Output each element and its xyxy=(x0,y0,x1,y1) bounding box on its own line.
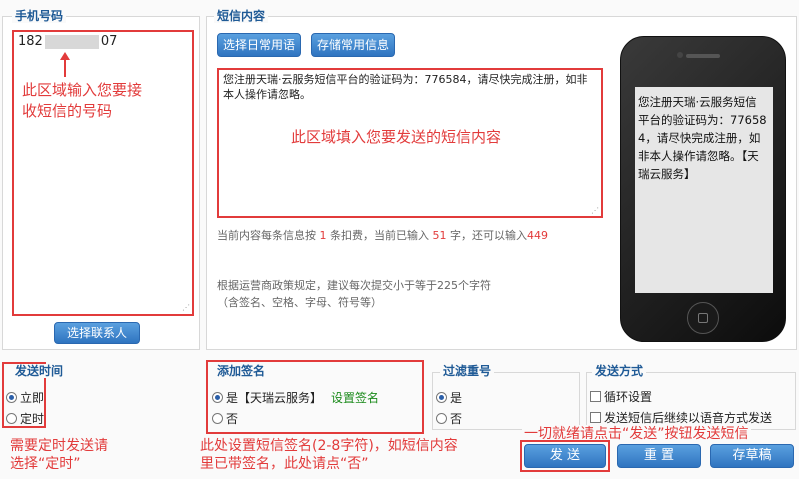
send-time-annotation: 需要定时发送请选择“定时” xyxy=(10,438,108,472)
phone-legend: 手机号码 xyxy=(12,9,67,23)
message-textarea[interactable]: 您注册天瑞·云服务短信平台的验证码为：776584，请尽快完成注册，如非本人操作… xyxy=(217,68,603,218)
dedupe-yes-label: 是 xyxy=(450,391,463,405)
loop-setting-option[interactable]: 循环设置 xyxy=(590,388,652,405)
phone-annotation: 此区域输入您要接收短信的号码 xyxy=(22,81,143,120)
policy-line-2: （含签名、空格、字母、符号等） xyxy=(217,296,382,309)
count-typed: 51 xyxy=(432,229,447,242)
char-count: 当前内容每条信息按 1 条扣费，当前已输入 51 字，还可以输入449 xyxy=(217,227,548,243)
send-now-label: 立即 xyxy=(20,391,45,405)
radio-icon[interactable] xyxy=(6,413,17,424)
radio-selected-icon[interactable] xyxy=(212,392,223,403)
phone-number-end: 07 xyxy=(100,34,118,49)
arrow-stem xyxy=(64,59,66,77)
set-signature-link[interactable]: 设置签名 xyxy=(331,389,379,406)
dedupe-no-option[interactable]: 否 xyxy=(436,410,462,427)
send-now-option[interactable]: 立即 xyxy=(6,389,44,406)
phone-camera xyxy=(677,52,683,58)
message-annotation: 此区域填入您要发送的短信内容 xyxy=(291,128,502,146)
signature-legend: 添加签名 xyxy=(214,364,269,378)
phone-screen: 您注册天瑞·云服务短信平台的验证码为：776584，请尽快完成注册，如非本人操作… xyxy=(635,87,773,293)
save-common-button[interactable]: 存储常用信息 xyxy=(311,33,395,57)
home-button xyxy=(687,302,719,334)
signature-no-option[interactable]: 否 xyxy=(212,410,238,427)
save-draft-button[interactable]: 存草稿 xyxy=(710,444,794,468)
send-button[interactable]: 发 送 xyxy=(524,444,606,468)
send-scheduled-option[interactable]: 定时 xyxy=(6,410,44,427)
radio-selected-icon[interactable] xyxy=(436,392,447,403)
count-remaining: 449 xyxy=(527,229,548,242)
phone-preview-device: 您注册天瑞·云服务短信平台的验证码为：776584，请尽快完成注册，如非本人操作… xyxy=(620,36,786,342)
checkbox-icon[interactable] xyxy=(590,412,601,423)
count-mid2: 字，还可以输入 xyxy=(450,229,527,242)
count-billing: 1 xyxy=(319,229,327,242)
send-scheduled-label: 定时 xyxy=(20,412,45,426)
phone-number-mask xyxy=(44,34,99,49)
dedupe-legend: 过滤重号 xyxy=(440,364,495,378)
dedupe-yes-option[interactable]: 是 xyxy=(436,389,462,406)
resize-grip-icon[interactable]: ⋰ xyxy=(591,206,599,215)
radio-icon[interactable] xyxy=(436,413,447,424)
signature-yes-label: 是【天瑞云服务】 xyxy=(226,391,323,405)
resize-grip-icon[interactable]: ⋰ xyxy=(182,303,190,312)
send-method-legend: 发送方式 xyxy=(592,364,647,378)
checkbox-icon[interactable] xyxy=(590,391,601,402)
message-text: 您注册天瑞·云服务短信平台的验证码为：776584，请尽快完成注册，如非本人操作… xyxy=(223,73,588,101)
loop-setting-label: 循环设置 xyxy=(604,390,653,404)
sms-legend: 短信内容 xyxy=(214,9,269,23)
voice-followup-option[interactable]: 发送短信后继续以语音方式发送 xyxy=(590,409,772,426)
common-phrase-button[interactable]: 选择日常用语 xyxy=(217,33,301,57)
signature-no-label: 否 xyxy=(226,412,239,426)
count-prefix: 当前内容每条信息按 xyxy=(217,229,316,242)
signature-yes-option[interactable]: 是【天瑞云服务】 设置签名 xyxy=(212,389,379,406)
voice-followup-label: 发送短信后继续以语音方式发送 xyxy=(604,411,773,425)
policy-line-1: 根据运营商政策规定，建议每次提交小于等于225个字符 xyxy=(217,279,491,292)
select-contact-button[interactable]: 选择联系人 xyxy=(54,322,140,344)
radio-selected-icon[interactable] xyxy=(6,392,17,403)
count-mid1: 条扣费，当前已输入 xyxy=(330,229,429,242)
radio-icon[interactable] xyxy=(212,413,223,424)
send-time-legend: 发送时间 xyxy=(12,364,67,378)
phone-number-start: 182 xyxy=(18,34,43,49)
phone-speaker xyxy=(686,54,720,58)
phone-textarea[interactable]: 182 07 此区域输入您要接收短信的号码 ⋰ xyxy=(12,30,194,316)
signature-annotation: 此处设置短信签名(2-8字符)，如短信内容里已带签名，此处请点“否” xyxy=(200,438,458,472)
preview-text: 您注册天瑞·云服务短信平台的验证码为：776584，请尽快完成注册，如非本人操作… xyxy=(638,95,767,181)
dedupe-no-label: 否 xyxy=(450,412,463,426)
reset-button[interactable]: 重 置 xyxy=(617,444,701,468)
